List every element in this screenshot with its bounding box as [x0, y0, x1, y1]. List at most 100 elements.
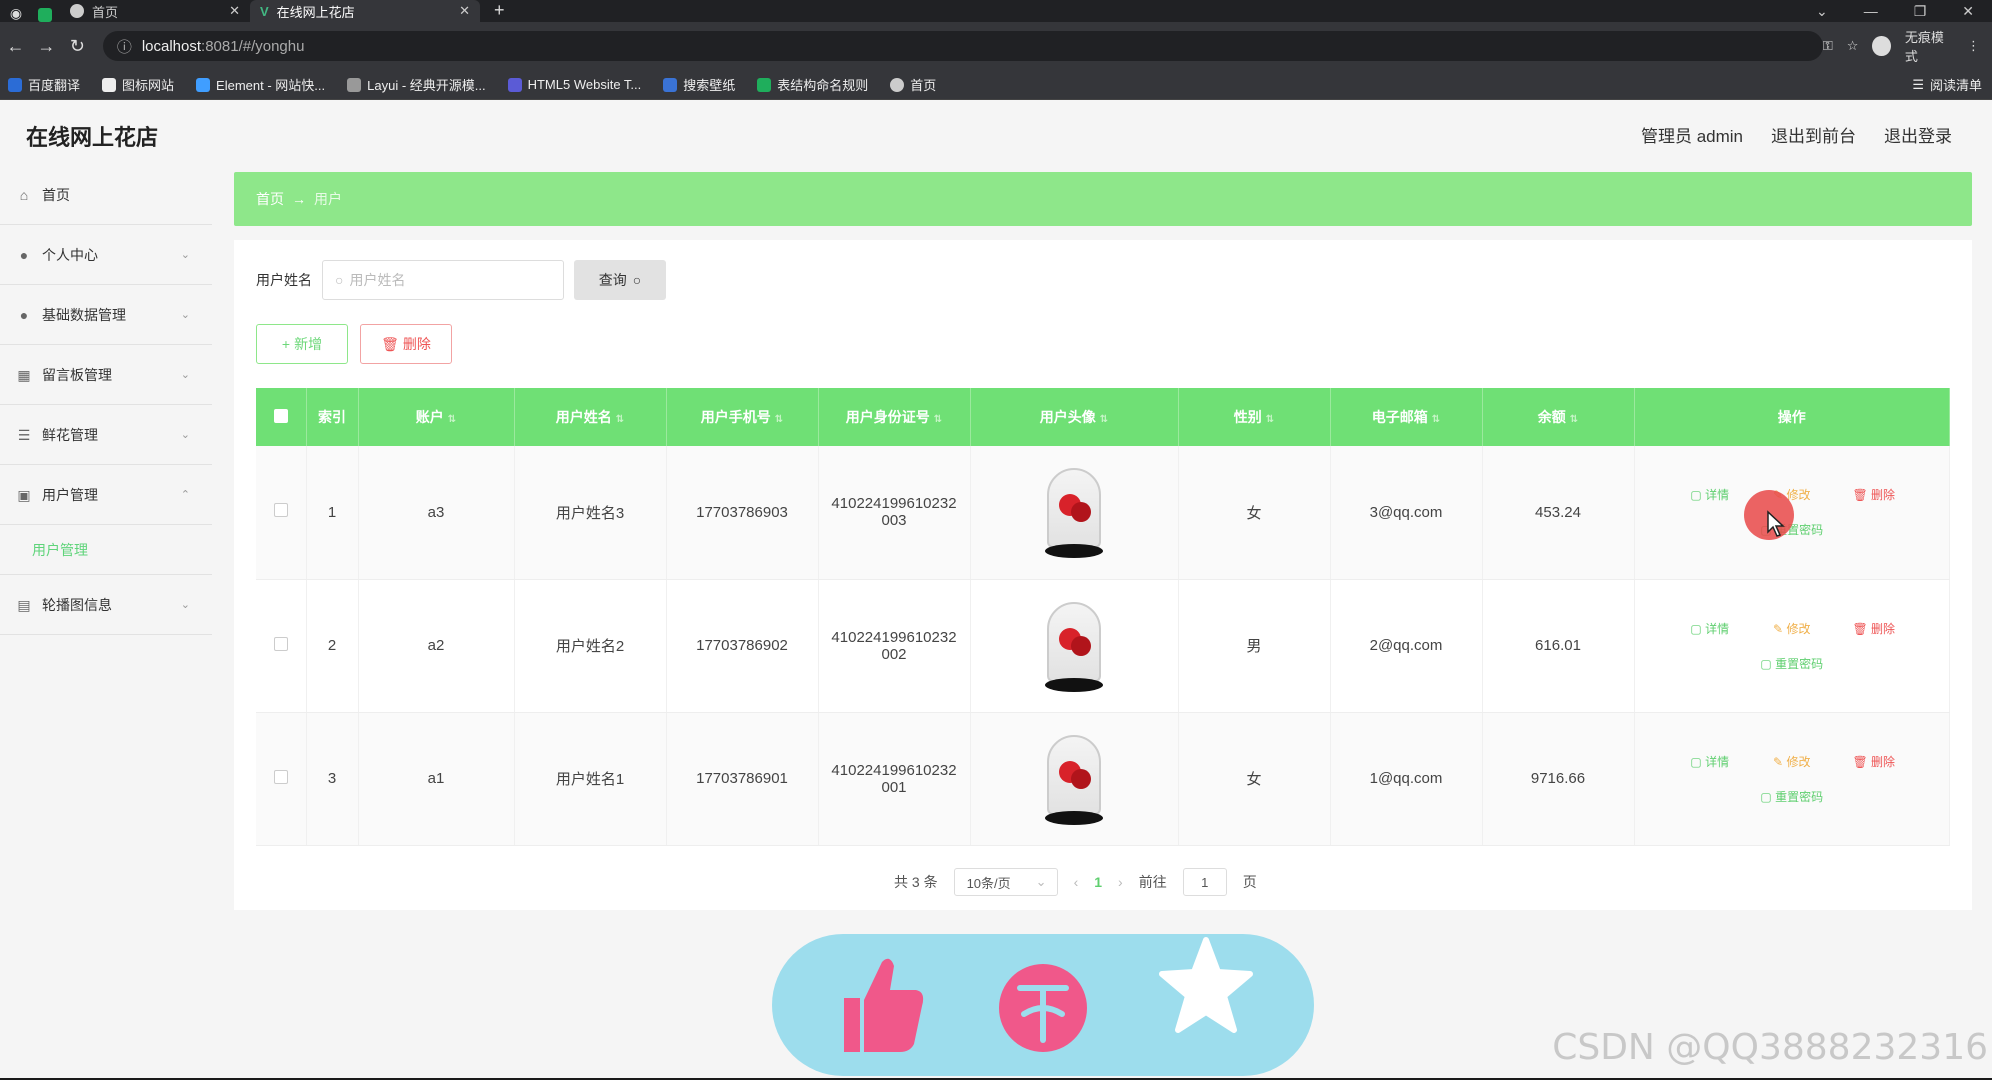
row-checkbox[interactable] — [273, 636, 288, 651]
cell-gender: 女 — [1178, 712, 1331, 846]
back-icon[interactable]: ← — [0, 36, 31, 57]
detail-button[interactable]: ▢ 详情 — [1669, 620, 1751, 637]
sidebar-item-personal[interactable]: ● 个人中心 ⌄ — [0, 225, 212, 285]
chevron-down-icon: ⌄ — [180, 309, 190, 321]
goto-page-input[interactable]: 1 — [1182, 868, 1227, 896]
column-header[interactable]: 用户头像 ⇅ — [970, 388, 1179, 446]
coin-icon[interactable] — [998, 956, 1088, 1060]
reset-password-button[interactable]: ▢ 重置密码 — [1751, 788, 1833, 805]
cell-phone: 17703786902 — [666, 579, 819, 713]
back-to-front-link[interactable]: 退出到前台 — [1771, 122, 1856, 147]
sidebar-item-users[interactable]: ▣ 用户管理 ⌃ — [0, 465, 212, 525]
sidebar-item-carousel[interactable]: ▤ 轮播图信息 ⌄ — [0, 575, 212, 635]
tab-flower-shop[interactable]: V 在线网上花店 ✕ — [250, 0, 480, 22]
search-placeholder: 用户姓名 — [349, 272, 406, 288]
tab-home[interactable]: 首页 ✕ — [60, 0, 250, 22]
sidebar-item-flowers[interactable]: ☰ 鲜花管理 ⌄ — [0, 405, 212, 465]
incognito-icon[interactable] — [1872, 36, 1891, 56]
tab-flower-shop-title: 在线网上花店 — [276, 4, 355, 20]
column-header[interactable]: 性别 ⇅ — [1178, 388, 1331, 446]
sort-icon[interactable]: ⇅ — [616, 414, 624, 425]
reload-icon[interactable]: ↻ — [62, 36, 93, 57]
search-input[interactable]: ○ 用户姓名 — [322, 260, 564, 300]
restore-icon[interactable]: ❐ — [1914, 3, 1927, 20]
bookmark-item[interactable]: Layui - 经典开源模... — [347, 75, 486, 94]
sort-icon[interactable]: ⇅ — [934, 414, 942, 425]
delete-button[interactable]: 🗑 删除 — [1833, 486, 1915, 503]
column-header[interactable]: 电子邮箱 ⇅ — [1330, 388, 1483, 446]
sidebar-item-basic-data[interactable]: ● 基础数据管理 ⌄ — [0, 285, 212, 345]
avatar-image[interactable] — [1041, 596, 1107, 696]
delete-button[interactable]: 🗑 删除 — [1833, 753, 1915, 770]
query-button[interactable]: 查询 ○ — [574, 260, 666, 300]
new-tab-icon[interactable]: + — [494, 0, 505, 22]
sidebar-item-home[interactable]: ⌂ 首页 — [0, 165, 212, 225]
detail-button[interactable]: ▢ 详情 — [1669, 486, 1751, 503]
delete-button[interactable]: 🗑 删除 — [1833, 620, 1915, 637]
trash-icon: 🗑 — [1852, 754, 1872, 769]
cell-name: 用户姓名2 — [514, 579, 667, 713]
bookmark-item[interactable]: Element - 网站快... — [196, 75, 325, 94]
forward-icon[interactable]: → — [31, 36, 62, 57]
cell-index: 1 — [306, 446, 359, 580]
page-size-select[interactable]: 10条/页 ⌄ — [953, 868, 1058, 896]
sort-icon[interactable]: ⇅ — [1266, 414, 1274, 425]
column-header[interactable]: 账户 ⇅ — [358, 388, 515, 446]
url-host: localhost — [141, 37, 202, 55]
minimize-icon[interactable]: — — [1864, 3, 1878, 19]
avatar-image[interactable] — [1041, 462, 1107, 562]
url-field[interactable]: ⓘ localhost :8081/#/yonghu — [102, 31, 1823, 61]
column-header[interactable]: 用户身份证号 ⇅ — [818, 388, 971, 446]
search-row: 用户姓名 ○ 用户姓名 查询 ○ — [256, 260, 666, 300]
browser-menu-icon[interactable]: ◉ — [0, 5, 32, 22]
sidebar-subitem-users[interactable]: 用户管理 — [0, 525, 212, 575]
incognito-label: 无痕模式 — [1904, 30, 1944, 64]
sort-icon[interactable]: ⇅ — [775, 414, 783, 425]
list-icon: ☰ — [17, 426, 31, 443]
detail-button[interactable]: ▢ 详情 — [1669, 753, 1751, 770]
bookmark-item[interactable]: 表结构命名规则 — [757, 75, 868, 94]
star-icon[interactable] — [1158, 934, 1254, 1044]
column-header[interactable]: 用户姓名 ⇅ — [514, 388, 667, 446]
bookmark-item[interactable]: HTML5 Website T... — [507, 77, 641, 92]
close-icon[interactable]: ✕ — [459, 3, 470, 19]
bookmark-item[interactable]: 首页 — [890, 75, 936, 94]
close-icon[interactable]: ✕ — [229, 3, 240, 19]
sidebar-item-message-board[interactable]: ▦ 留言板管理 ⌄ — [0, 345, 212, 405]
bookmark-item[interactable]: 图标网站 — [102, 75, 174, 94]
column-header[interactable]: 余额 ⇅ — [1482, 388, 1635, 446]
add-button[interactable]: + 新增 — [256, 324, 348, 364]
key-icon[interactable]: ⚿ — [1823, 38, 1833, 54]
trash-icon: 🗑 — [1852, 621, 1872, 636]
column-header[interactable]: 用户手机号 ⇅ — [666, 388, 819, 446]
reset-password-button[interactable]: ▢ 重置密码 — [1751, 655, 1833, 672]
more-icon[interactable]: ⋮ — [1967, 38, 1980, 54]
edit-button[interactable]: ✎ 修改 — [1751, 620, 1833, 637]
breadcrumb-home[interactable]: 首页 — [256, 189, 284, 209]
prev-page-icon[interactable]: ‹ — [1074, 874, 1079, 890]
trash-icon: 🗑 — [1852, 488, 1872, 503]
window-close-icon[interactable]: ✕ — [1962, 3, 1974, 20]
batch-delete-button[interactable]: 🗑 删除 — [360, 324, 452, 364]
reading-list[interactable]: ☰ 阅读清单 — [1912, 75, 1992, 94]
edit-button[interactable]: ✎ 修改 — [1751, 753, 1833, 770]
cell-balance: 9716.66 — [1482, 712, 1635, 846]
tab-search-icon[interactable]: ⌄ — [1816, 3, 1828, 20]
star-icon[interactable]: ☆ — [1847, 38, 1859, 54]
thumbs-up-icon[interactable] — [836, 950, 926, 1060]
chevron-up-icon: ⌃ — [180, 489, 190, 501]
table-header-row: 索引 账户 ⇅ 用户姓名 ⇅ 用户手机号 ⇅ 用户身份证号 ⇅ 用户头像 ⇅ 性别 ⇅ 电子… — [256, 388, 1950, 446]
row-checkbox[interactable] — [273, 503, 288, 518]
sort-icon[interactable]: ⇅ — [1100, 414, 1108, 425]
bookmark-item[interactable]: 搜索壁纸 — [663, 75, 735, 94]
sort-icon[interactable]: ⇅ — [1432, 414, 1440, 425]
select-all-checkbox[interactable] — [273, 408, 288, 423]
sort-icon[interactable]: ⇅ — [448, 414, 456, 425]
row-checkbox[interactable] — [273, 769, 288, 784]
avatar-image[interactable] — [1041, 729, 1107, 829]
logout-link[interactable]: 退出登录 — [1884, 122, 1952, 147]
next-page-icon[interactable]: › — [1118, 874, 1123, 890]
current-page[interactable]: 1 — [1094, 874, 1102, 890]
bookmark-item[interactable]: 百度翻译 — [8, 75, 80, 94]
sort-icon[interactable]: ⇅ — [1570, 414, 1578, 425]
